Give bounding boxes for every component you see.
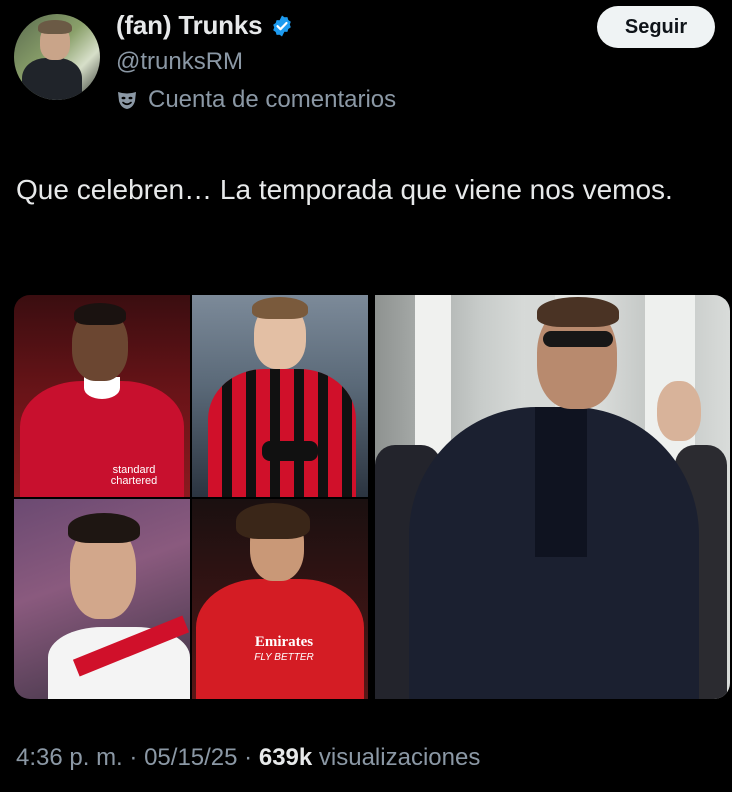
views-count[interactable]: 639k [259, 744, 312, 771]
views-label: visualizaciones [318, 744, 481, 771]
background-person-head [657, 381, 701, 441]
tweet-media[interactable]: standard chartered Emirates FLY BETTER [14, 295, 730, 699]
player-hair [74, 303, 126, 325]
collage-cell-3 [14, 499, 190, 699]
comedy-mask-icon [116, 89, 138, 111]
account-type-label: Cuenta de comentarios [116, 86, 396, 114]
player-hair [236, 503, 310, 539]
author-name-row: (fan) Trunks [116, 10, 294, 41]
shirt-sponsor-text: Emirates [254, 634, 314, 650]
avatar-body [22, 58, 82, 100]
player-gloves [262, 441, 318, 461]
author-handle[interactable]: @trunksRM [116, 48, 243, 76]
shirt-sponsor-text: standard chartered [110, 464, 158, 487]
tweet-meta: 4:36 p. m. · 05/15/25 · 639k visualizaci… [16, 744, 480, 772]
shirt-sponsor-tag: FLY BETTER [254, 652, 314, 663]
player-hair [68, 513, 140, 543]
verified-badge-icon [270, 14, 294, 38]
media-image-photo[interactable] [375, 295, 730, 699]
meta-separator: · [244, 744, 253, 771]
tweet-time[interactable]: 4:36 p. m. [16, 744, 123, 771]
author-display-name[interactable]: (fan) Trunks [116, 10, 263, 41]
player-shirt [208, 369, 356, 497]
man-shirt [535, 407, 587, 557]
tweet-text: Que celebren… La temporada que viene nos… [16, 174, 673, 205]
avatar-hair [38, 20, 72, 34]
man-hair [537, 297, 619, 327]
collage-cell-4: Emirates FLY BETTER [192, 499, 368, 699]
tweet-date[interactable]: 05/15/25 [144, 744, 237, 771]
avatar[interactable] [14, 14, 100, 100]
collage-cell-2 [192, 295, 368, 497]
meta-separator: · [129, 744, 138, 771]
tweet: (fan) Trunks @trunksRM Cuenta de comenta… [0, 0, 732, 792]
media-image-collage[interactable]: standard chartered Emirates FLY BETTER [14, 295, 368, 699]
collage-cell-1: standard chartered [14, 295, 190, 497]
account-type-text: Cuenta de comentarios [148, 86, 397, 113]
man-sunglasses [543, 331, 613, 347]
player-hair [252, 297, 308, 319]
follow-button[interactable]: Seguir [597, 6, 715, 48]
